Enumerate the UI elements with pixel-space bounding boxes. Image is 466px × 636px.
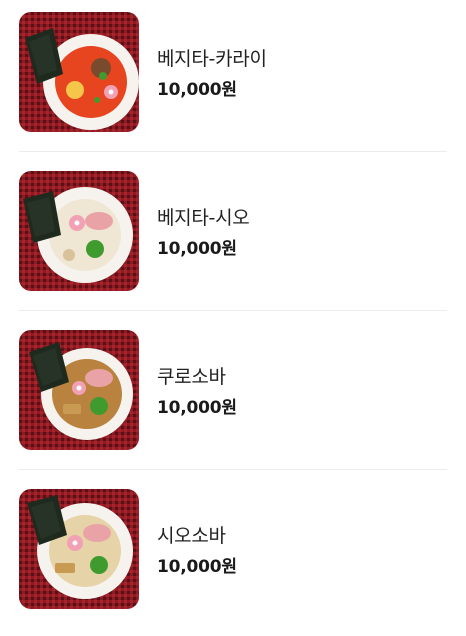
menu-item-price: 10,000원 xyxy=(157,557,237,577)
menu-item-photo[interactable] xyxy=(19,330,139,450)
menu-item-vegeta-karai[interactable]: 베지타-카라이 10,000원 xyxy=(0,0,466,159)
menu-item-kuro-soba[interactable]: 쿠로소바 10,000원 xyxy=(0,318,466,477)
menu-item-price: 10,000원 xyxy=(157,80,237,100)
divider xyxy=(19,469,447,470)
menu-list: 베지타-카라이 10,000원 베지타-시오 10,000원 쿠로소바 10,0… xyxy=(0,0,466,617)
menu-item-name: 베지타-시오 xyxy=(157,207,250,229)
menu-item-price: 10,000원 xyxy=(157,239,237,259)
menu-item-photo[interactable] xyxy=(19,171,139,291)
menu-item-name: 시오소바 xyxy=(157,525,226,547)
divider xyxy=(19,310,447,311)
divider xyxy=(19,151,447,152)
menu-item-name: 베지타-카라이 xyxy=(157,48,267,70)
menu-item-photo[interactable] xyxy=(19,489,139,609)
menu-item-price: 10,000원 xyxy=(157,398,237,418)
menu-item-shio-soba[interactable]: 시오소바 10,000원 xyxy=(0,477,466,636)
menu-item-photo[interactable] xyxy=(19,12,139,132)
menu-item-vegeta-shio[interactable]: 베지타-시오 10,000원 xyxy=(0,159,466,318)
menu-item-name: 쿠로소바 xyxy=(157,366,226,388)
